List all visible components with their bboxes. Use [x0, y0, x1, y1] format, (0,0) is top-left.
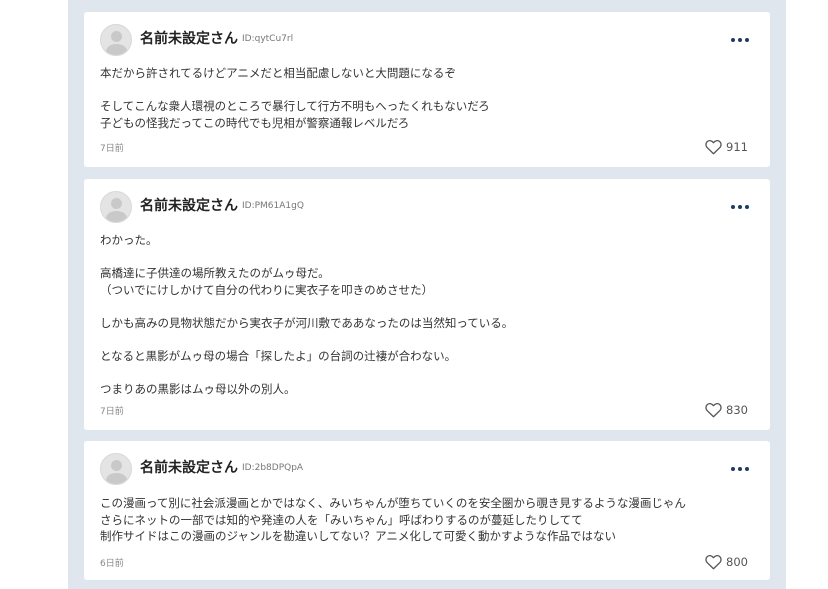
- like-count: 911: [726, 140, 748, 154]
- like-count: 830: [726, 403, 748, 417]
- user-avatar[interactable]: [100, 24, 132, 56]
- user-name-text: 名前未設定さん: [140, 31, 238, 47]
- user-name-text: 名前未設定さん: [140, 460, 238, 476]
- menu-dot: [738, 38, 742, 42]
- like-button[interactable]: 911: [705, 138, 748, 156]
- menu-dot: [745, 38, 749, 42]
- like-button[interactable]: 800: [705, 553, 748, 571]
- heart-icon: [705, 139, 722, 155]
- avatar-head-shape: [111, 460, 122, 471]
- comment-body: 本だから許されてるけどアニメだと相当配慮しないと大問題になるぞ そしてこんな衆人…: [100, 66, 490, 130]
- like-button[interactable]: 830: [705, 401, 748, 419]
- menu-dot: [738, 467, 742, 471]
- menu-dot: [738, 205, 742, 209]
- more-options-icon[interactable]: [730, 32, 750, 48]
- more-options-icon[interactable]: [730, 199, 750, 215]
- heart-icon: [705, 402, 722, 418]
- user-avatar[interactable]: [100, 453, 132, 485]
- user-name: 名前未設定さん ID:PM61A1gQ: [140, 196, 304, 216]
- comment-body: この漫画って別に社会派漫画とかではなく、みいちゃんが堕ちていくのを安全圏から覗き…: [100, 496, 686, 543]
- avatar-head-shape: [111, 198, 122, 209]
- menu-dot: [745, 467, 749, 471]
- heart-icon: [705, 554, 722, 570]
- comment-time: 7日前: [100, 407, 124, 417]
- menu-dot: [731, 205, 735, 209]
- menu-dot: [731, 467, 735, 471]
- comment-card: 名前未設定さん ID:qytCu7rl 本だから許されてるけどアニメだと相当配慮し…: [84, 12, 770, 167]
- avatar-body-shape: [106, 473, 127, 484]
- comment-card: 名前未設定さん ID:2b8DPQpA この漫画って別に社会派漫画とかではなく、み…: [84, 441, 770, 580]
- like-count: 800: [726, 555, 748, 569]
- user-id: ID:qytCu7rl: [242, 34, 294, 44]
- user-name: 名前未設定さん ID:2b8DPQpA: [140, 458, 303, 478]
- avatar-body-shape: [106, 44, 127, 55]
- user-name: 名前未設定さん ID:qytCu7rl: [140, 29, 293, 49]
- user-avatar[interactable]: [100, 191, 132, 223]
- menu-dot: [745, 205, 749, 209]
- comment-body: わかった。 高橋達に子供達の場所教えたのがムゥ母だ。 （ついでにけしかけて自分の…: [100, 233, 514, 396]
- comment-time: 6日前: [100, 559, 124, 569]
- menu-dot: [731, 38, 735, 42]
- user-id: ID:2b8DPQpA: [242, 463, 304, 473]
- comment-time: 7日前: [100, 144, 124, 154]
- user-name-text: 名前未設定さん: [140, 198, 238, 214]
- more-options-icon[interactable]: [730, 461, 750, 477]
- user-id: ID:PM61A1gQ: [242, 201, 304, 211]
- avatar-head-shape: [111, 31, 122, 42]
- comment-card: 名前未設定さん ID:PM61A1gQ わかった。 高橋達に子供達の場所教えたのが…: [84, 179, 770, 430]
- avatar-body-shape: [106, 211, 127, 222]
